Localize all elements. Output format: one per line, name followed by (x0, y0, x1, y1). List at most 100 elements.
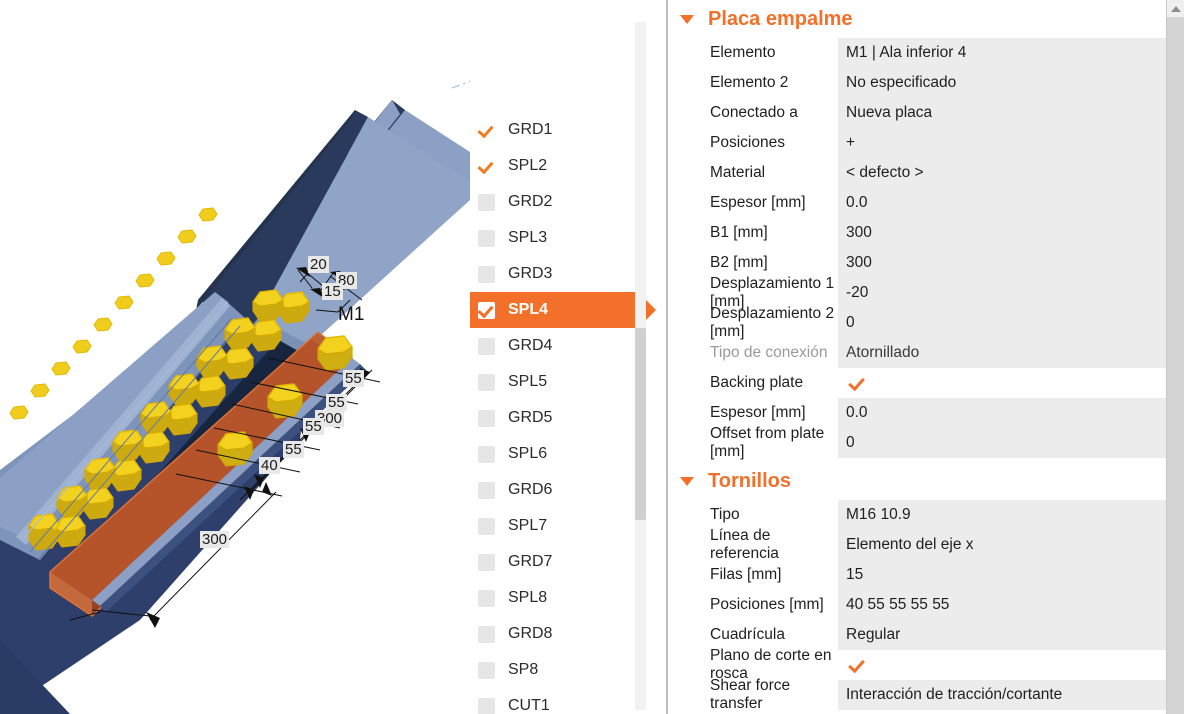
tree-item-checkbox[interactable] (478, 121, 495, 139)
input-b2[interactable]: 300 (838, 248, 1184, 278)
input-desplazamiento-1[interactable]: -20 (838, 278, 1184, 308)
tree-item-spl3[interactable]: SPL3 (470, 220, 646, 256)
tree-item-checkbox[interactable] (478, 337, 495, 355)
dropdown-tipo[interactable]: M16 10.9 (838, 500, 1184, 530)
input-offset-from-plate[interactable]: 0 (838, 428, 1184, 458)
checkbox-plano-corte-rosca[interactable] (848, 656, 866, 674)
tree-item-grd8[interactable]: GRD8 (470, 616, 646, 652)
object-tree-panel[interactable]: GRD1 SPL2 GRD2 SPL3 GRD3 SPL4 GRD4 SPL5 GRD5 SPL6… (470, 0, 668, 714)
label-tipo: Tipo (710, 506, 740, 523)
input-b1[interactable]: 300 (838, 218, 1184, 248)
tree-item-checkbox[interactable] (478, 157, 495, 175)
input-espesor-backing[interactable]: 0.0 (838, 398, 1184, 428)
dropdown-conectado-a[interactable]: Nueva placa (838, 98, 1184, 128)
dropdown-tipo-conexion: Atornillado (838, 338, 1184, 368)
checkbox-backing-plate[interactable] (848, 374, 866, 392)
dropdown-posiciones[interactable]: + (838, 128, 1184, 158)
tree-item-spl6[interactable]: SPL6 (470, 436, 646, 472)
tree-scrollbar-thumb[interactable] (635, 328, 646, 520)
tree-item-label: SP8 (508, 661, 539, 678)
tree-item-grd3[interactable]: GRD3 (470, 256, 646, 292)
row-espesor: Espesor [mm] 0.0 ··· (668, 188, 1184, 218)
tree-item-spl7[interactable]: SPL7 (470, 508, 646, 544)
input-posiciones-mm[interactable]: 40 55 55 55 55 (838, 590, 1184, 620)
row-desplazamiento-1: Desplazamiento 1 [mm] -20 (668, 275, 1184, 310)
dropdown-elemento[interactable]: M1 | Ala inferior 4 (838, 38, 1184, 68)
row-b1: B1 [mm] 300 (668, 218, 1184, 248)
dropdown-cuadricula[interactable]: Regular (838, 620, 1184, 650)
tree-item-checkbox[interactable] (478, 661, 495, 679)
section-header-tornillos[interactable]: Tornillos (668, 462, 1184, 500)
label-filas: Filas [mm] (710, 566, 782, 583)
label-desplazamiento-2: Desplazamiento 2 [mm] (710, 305, 835, 340)
tree-item-spl2[interactable]: SPL2 (470, 148, 646, 184)
row-linea-referencia: Línea de referencia Elemento del eje x (668, 527, 1184, 562)
tree-item-checkbox[interactable] (478, 409, 495, 427)
tree-item-grd1[interactable]: GRD1 (470, 112, 646, 148)
tree-item-label: GRD6 (508, 481, 553, 498)
tree-item-label: GRD8 (508, 625, 553, 642)
tree-item-checkbox[interactable] (478, 589, 495, 607)
value-espesor: 0.0 (846, 194, 868, 211)
scroll-up-button[interactable] (1167, 0, 1184, 17)
tree-item-label: GRD1 (508, 121, 553, 138)
tree-item-checkbox[interactable] (478, 301, 495, 319)
dimension-label: 15 (322, 283, 343, 300)
collapse-triangle-icon[interactable] (680, 476, 694, 486)
input-filas[interactable]: 15 (838, 560, 1184, 590)
tree-item-checkbox[interactable] (478, 625, 495, 643)
input-espesor[interactable]: 0.0 (838, 188, 1184, 218)
dimension-label: 55 (303, 418, 324, 435)
input-desplazamiento-2[interactable]: 0 (838, 308, 1184, 338)
dropdown-material[interactable]: < defecto > (838, 158, 1184, 188)
tree-item-grd5[interactable]: GRD5 (470, 400, 646, 436)
tree-item-checkbox[interactable] (478, 445, 495, 463)
dropdown-linea-referencia[interactable]: Elemento del eje x (838, 530, 1184, 560)
row-posiciones: Posiciones + (668, 128, 1184, 158)
dropdown-elemento2[interactable]: No especificado (838, 68, 1184, 98)
value-posiciones: + (846, 134, 856, 151)
3d-viewport[interactable]: +X +Y +Z 20 80 15 55 55 300 55 55 40 300… (0, 0, 470, 714)
tree-item-grd2[interactable]: GRD2 (470, 184, 646, 220)
row-b2: B2 [mm] 300 (668, 248, 1184, 278)
label-material: Material (710, 164, 766, 181)
tree-item-label: GRD3 (508, 265, 553, 282)
tree-item-checkbox[interactable] (478, 481, 495, 499)
chevron-up-icon (1170, 5, 1181, 12)
value-linea-referencia: Elemento del eje x (846, 536, 974, 553)
3d-model-render: +X +Y +Z (0, 80, 470, 714)
tree-item-spl4[interactable]: SPL4 (470, 292, 656, 328)
tree-item-checkbox[interactable] (478, 517, 495, 535)
collapse-triangle-icon[interactable] (680, 14, 694, 24)
label-offset-from-plate: Offset from plate [mm] (710, 425, 825, 460)
tree-item-spl8[interactable]: SPL8 (470, 580, 646, 616)
tree-item-checkbox[interactable] (478, 373, 495, 391)
dimension-label: 20 (308, 256, 329, 273)
tree-item-checkbox[interactable] (478, 193, 495, 211)
tree-item-label: SPL8 (508, 589, 548, 606)
tree-item-label: GRD5 (508, 409, 553, 426)
row-shear-force-transfer: Shear force transfer Interacción de trac… (668, 677, 1184, 712)
tree-item-checkbox[interactable] (478, 229, 495, 247)
tree-item-label: GRD2 (508, 193, 553, 210)
section-header-placa-empalme[interactable]: Placa empalme (668, 0, 1184, 38)
tree-item-grd6[interactable]: GRD6 (470, 472, 646, 508)
properties-panel[interactable]: Placa empalme Elemento M1 | Ala inferior… (668, 0, 1184, 714)
tree-item-cut1[interactable]: CUT1 (470, 688, 646, 714)
tree-item-grd4[interactable]: GRD4 (470, 328, 646, 364)
tree-item-checkbox[interactable] (478, 553, 495, 571)
dropdown-shear-force-transfer[interactable]: Interacción de tracción/cortante (838, 680, 1184, 710)
properties-scrollbar[interactable] (1166, 0, 1184, 714)
row-backing-plate: Backing plate (668, 368, 1184, 398)
tree-item-label: SPL3 (508, 229, 548, 246)
tree-item-sp8[interactable]: SP8 (470, 652, 646, 688)
dimension-label: 40 (259, 457, 280, 474)
tree-item-grd7[interactable]: GRD7 (470, 544, 646, 580)
label-b1: B1 [mm] (710, 224, 768, 241)
tree-item-spl5[interactable]: SPL5 (470, 364, 646, 400)
tree-item-checkbox[interactable] (478, 265, 495, 283)
value-filas: 15 (846, 566, 864, 583)
row-filas: Filas [mm] 15 (668, 560, 1184, 590)
tree-item-checkbox[interactable] (478, 697, 495, 714)
value-cuadricula: Regular (846, 626, 901, 643)
